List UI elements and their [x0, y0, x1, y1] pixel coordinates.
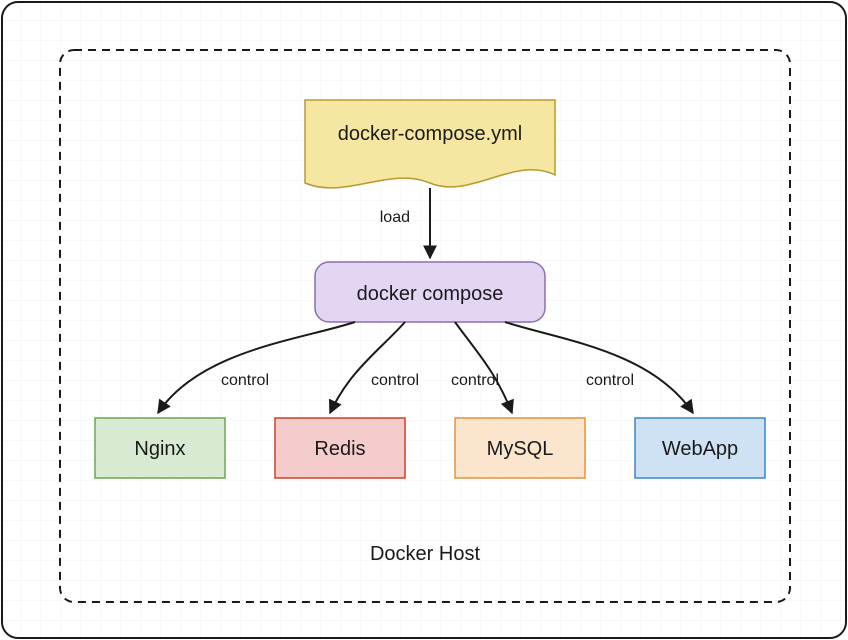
nginx-label: Nginx	[134, 438, 185, 460]
edge-control-label-1: control	[221, 372, 269, 389]
docker-architecture-diagram: Docker Host docker-compose.yml load dock…	[0, 0, 848, 640]
node-mysql: MySQL	[455, 418, 585, 478]
compose-label: docker compose	[357, 283, 504, 305]
node-webapp: WebApp	[635, 418, 765, 478]
edge-control-label-4: control	[586, 372, 634, 389]
node-nginx: Nginx	[95, 418, 225, 478]
docker-host-label: Docker Host	[370, 543, 480, 565]
mysql-label: MySQL	[487, 438, 554, 460]
edge-control-label-2: control	[371, 372, 419, 389]
edge-control-label-3: control	[451, 372, 499, 389]
edge-load-label: load	[380, 209, 410, 226]
redis-label: Redis	[314, 438, 365, 460]
webapp-label: WebApp	[662, 438, 738, 460]
node-redis: Redis	[275, 418, 405, 478]
node-docker-compose: docker compose	[315, 262, 545, 322]
file-label: docker-compose.yml	[338, 123, 523, 145]
